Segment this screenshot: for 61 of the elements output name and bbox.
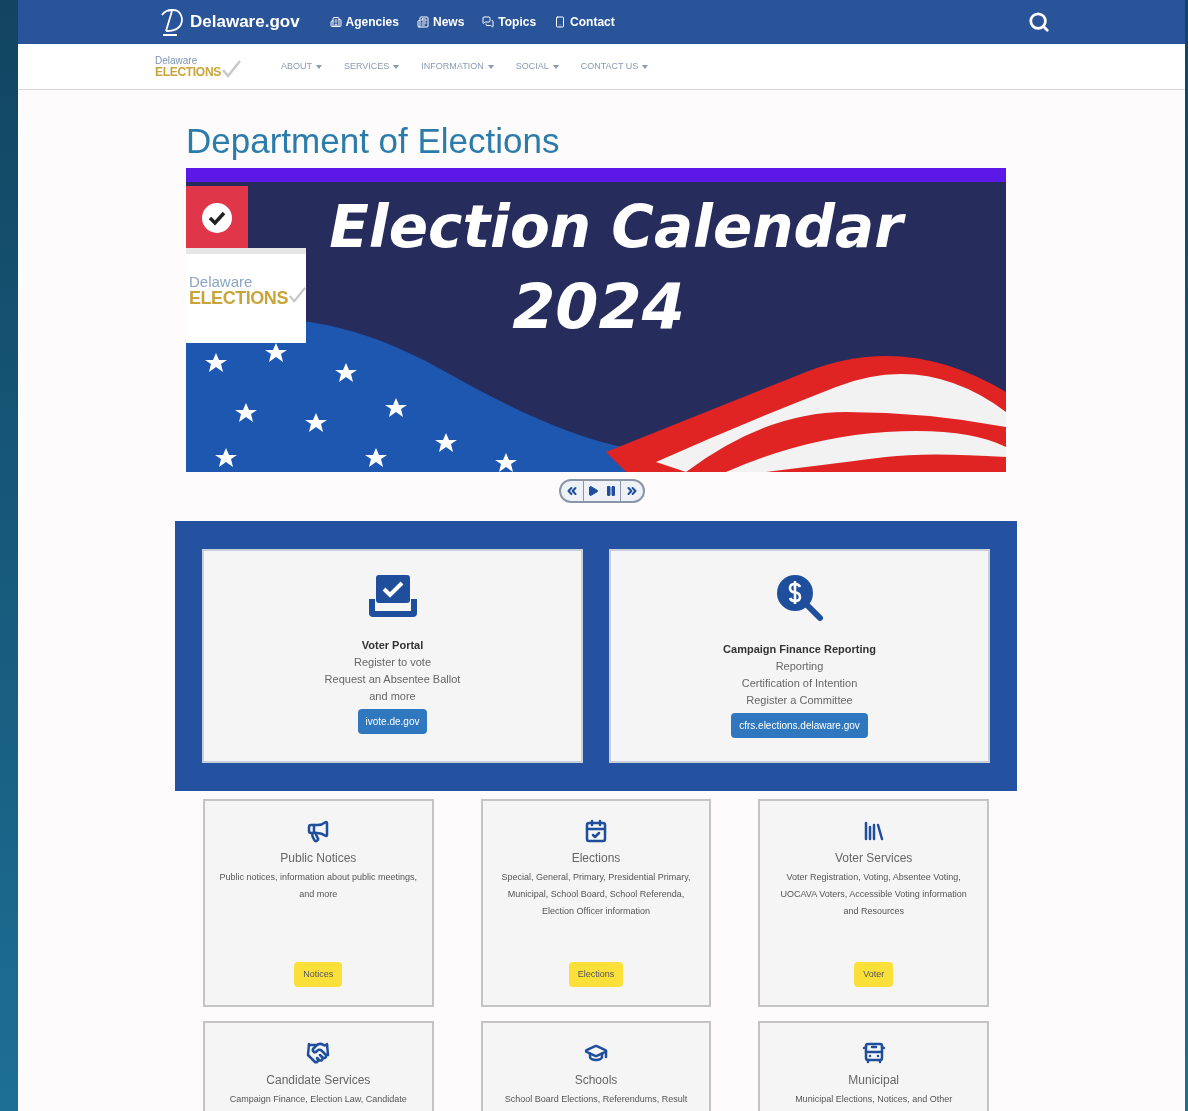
- caret-icon: [393, 64, 400, 69]
- calendar-icon: [584, 819, 608, 843]
- caret-icon: [552, 64, 559, 69]
- handshake-icon: [306, 1041, 331, 1065]
- dollar-magnifier-icon: [774, 573, 825, 623]
- top-nav-link[interactable]: News: [416, 13, 465, 31]
- card-text: Register to vote: [353, 654, 431, 670]
- bus-icon: [861, 1041, 886, 1065]
- card-text: Reporting: [775, 658, 824, 674]
- card-title: Public Notices: [280, 850, 357, 867]
- card-description: Special, General, Primary, Presidential Primary, Municipal, School Board, School Referenda, Election Officer information: [500, 871, 692, 918]
- link-button[interactable]: cfrs.elections.delaware.gov: [731, 712, 868, 738]
- caret-icon: [316, 64, 322, 69]
- search-icon[interactable]: [1028, 11, 1050, 33]
- card-title: Voter Services: [834, 850, 913, 867]
- logo-text: Delaware: [189, 274, 254, 289]
- top-nav-link[interactable]: Topics: [482, 13, 537, 31]
- card-description: Voter Registration, Voting, Absentee Voting, UOCAVA Voters, Accessible Voting information and Resources: [779, 871, 968, 918]
- building-icon: [329, 16, 342, 28]
- card-text: Register a Committee: [746, 692, 853, 708]
- link-button[interactable]: Elections: [568, 961, 624, 987]
- top-nav-link[interactable]: Contact: [554, 13, 615, 31]
- menu-item[interactable]: SOCIAL: [515, 59, 559, 74]
- card-title: Schools: [574, 1072, 618, 1089]
- link-button[interactable]: ivote.de.gov: [357, 708, 428, 734]
- card-description: School Board Elections, Referendums, Result: [504, 1093, 688, 1106]
- link-button[interactable]: Voter: [854, 961, 894, 987]
- menu-item[interactable]: CONTACT US: [580, 59, 649, 74]
- caret-icon: [642, 64, 649, 69]
- caret-icon: [487, 64, 494, 69]
- logo-text: ELECTIONS: [189, 289, 288, 307]
- phone-icon: [554, 16, 567, 28]
- link-button[interactable]: Notices: [294, 961, 343, 987]
- card-text: and more: [369, 688, 416, 704]
- card-description: Campaign Finance, Election Law, Candidate: [229, 1093, 407, 1106]
- card-text: Certification of Intention: [741, 675, 858, 691]
- banner-year: 2024: [512, 272, 685, 342]
- card-description: Municipal Elections, Notices, and Other: [795, 1093, 953, 1106]
- swirl-logo-icon: [160, 7, 186, 37]
- megaphone-icon: [306, 819, 331, 843]
- chat-icon: [482, 16, 495, 28]
- checkmark-icon: [221, 59, 241, 78]
- card-title: Elections: [571, 850, 621, 867]
- page-heading: Department of Elections: [186, 120, 561, 162]
- card-description: Public notices, information about public meetings, and more: [219, 871, 418, 901]
- card-title: Voter Portal: [361, 638, 424, 653]
- menu-item[interactable]: SERVICES: [344, 59, 400, 74]
- newspaper-icon: [416, 16, 429, 28]
- site-logo-link[interactable]: Delaware.gov: [160, 7, 300, 37]
- play-icon: [586, 485, 599, 497]
- card-title: Municipal: [848, 1072, 899, 1089]
- menu-item[interactable]: INFORMATION: [421, 59, 494, 74]
- menu-item[interactable]: ABOUT: [281, 59, 322, 74]
- card-title: Campaign Finance Reporting: [723, 642, 876, 657]
- logo-text: Delaware: [155, 55, 199, 66]
- pause-icon: [604, 485, 617, 497]
- logo-text: ELECTIONS: [155, 65, 221, 78]
- card-title: Candidate Services: [266, 1072, 371, 1089]
- card-text: Request an Absentee Ballot: [324, 671, 461, 687]
- check-circle-icon: [201, 202, 233, 234]
- top-nav-link[interactable]: Agencies: [329, 13, 399, 31]
